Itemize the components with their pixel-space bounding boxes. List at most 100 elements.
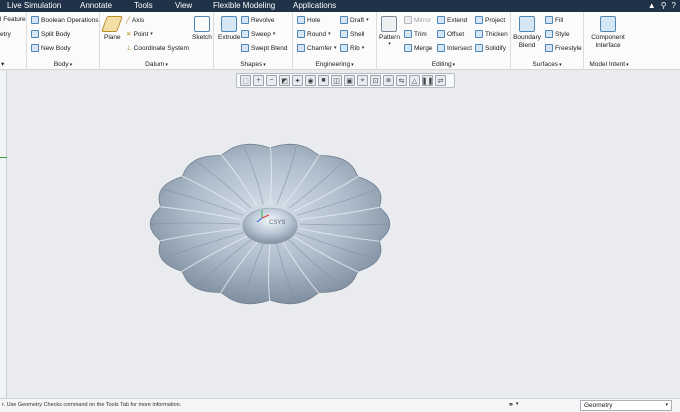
annotation-display-icon[interactable]: ⊡ <box>370 75 381 86</box>
tab-annotate[interactable]: Annotate <box>80 1 112 10</box>
thicken-icon <box>475 30 483 38</box>
extrude-button[interactable]: Extrude <box>218 16 240 41</box>
coordinate-system-button[interactable]: ⊥ Coordinate System <box>126 44 189 53</box>
extend-button[interactable]: Extend <box>437 16 467 24</box>
group-editing: Pattern ▾ Mirror Trim Merge Extend Offset… <box>377 12 511 70</box>
merge-button[interactable]: Merge <box>404 44 432 52</box>
ribbon: l Feature etry ▾ Boolean Operations Spli… <box>0 12 680 70</box>
search-icon[interactable]: ⚲ <box>661 1 667 10</box>
tab-tools[interactable]: Tools <box>134 1 153 10</box>
boundary-blend-icon <box>519 16 535 32</box>
point-icon: ✕ <box>126 31 132 38</box>
spin-center-icon[interactable]: ✦ <box>292 75 303 86</box>
group-label-shapes[interactable]: Shapes▾ <box>214 61 292 68</box>
split-body-icon <box>31 30 39 38</box>
sketch-button[interactable]: Sketch <box>192 16 212 41</box>
group-surfaces: Boundary Blend Fill Style Freestyle Surf… <box>511 12 584 70</box>
project-icon <box>475 16 483 24</box>
draft-button[interactable]: Draft ▾ <box>340 16 369 24</box>
section-icon[interactable]: ⧈ <box>383 75 394 86</box>
display-style-icon[interactable]: ■ <box>318 75 329 86</box>
flower-dish-model[interactable]: CSYS <box>7 88 680 398</box>
zoom-out-icon[interactable]: − <box>266 75 277 86</box>
trim-icon <box>404 30 412 38</box>
sweep-button[interactable]: Sweep ▾ <box>241 30 275 38</box>
group-label-model-intent[interactable]: Model Intent▾ <box>584 61 634 68</box>
trim-button[interactable]: Trim <box>404 30 427 38</box>
revolve-button[interactable]: Revolve <box>241 16 274 24</box>
thicken-button[interactable]: Thicken <box>475 30 508 38</box>
csys-label: CSYS <box>269 220 285 226</box>
extrude-icon <box>221 16 238 32</box>
round-button[interactable]: Round ▾ <box>297 30 331 38</box>
revolve-icon <box>241 16 249 24</box>
selection-filter-dropdown[interactable]: Geometry ▾ <box>580 400 672 411</box>
help-icon[interactable]: ? <box>672 1 676 10</box>
merge-icon <box>404 44 412 52</box>
new-body-icon <box>31 44 39 52</box>
tab-live-simulation[interactable]: Live Simulation <box>7 1 61 10</box>
rib-icon <box>340 44 348 52</box>
chamfer-button[interactable]: Chamfer ▾ <box>297 44 336 52</box>
component-interface-button[interactable]: Component Interface <box>588 16 628 50</box>
repaint-icon[interactable]: ◩ <box>279 75 290 86</box>
flip-icon[interactable]: ⇄ <box>435 75 446 86</box>
mirror-button[interactable]: Mirror <box>404 16 431 24</box>
solidify-button[interactable]: Solidify <box>475 44 506 52</box>
chamfer-icon <box>297 44 305 52</box>
axis-icon: ╱ <box>126 17 130 24</box>
group-label-engineering[interactable]: Engineering▾ <box>293 61 376 68</box>
style-button[interactable]: Style <box>545 30 569 38</box>
saved-views-icon[interactable]: ◫ <box>331 75 342 86</box>
tab-view[interactable]: View <box>175 1 192 10</box>
new-body-button[interactable]: New Body <box>31 44 71 52</box>
tab-flexible-modeling[interactable]: Flexible Modeling <box>213 1 275 10</box>
collapse-ribbon-icon[interactable]: ▲ <box>648 1 656 10</box>
appearance-icon[interactable]: ◉ <box>305 75 316 86</box>
group-label-editing[interactable]: Editing▾ <box>377 61 510 68</box>
rib-button[interactable]: Rib ▾ <box>340 44 364 52</box>
perspective-icon[interactable]: △ <box>409 75 420 86</box>
refit-icon[interactable]: ⬚ <box>240 75 251 86</box>
shell-button[interactable]: Shell <box>340 30 364 38</box>
fill-icon <box>545 16 553 24</box>
pause-icon[interactable]: ❚❚ <box>422 75 433 86</box>
geometry-label[interactable]: etry <box>0 31 11 38</box>
transform-icon[interactable]: ⇆ <box>396 75 407 86</box>
selection-filter-icon[interactable]: ⚭ ▾ <box>508 401 518 409</box>
draft-icon <box>340 16 348 24</box>
boolean-icon <box>31 16 39 24</box>
fill-button[interactable]: Fill <box>545 16 563 24</box>
group-label-surfaces[interactable]: Surfaces▾ <box>511 61 583 68</box>
view-manager-icon[interactable]: ▣ <box>344 75 355 86</box>
model-tree-panel[interactable] <box>0 71 7 398</box>
caret-icon: ▾ <box>1 61 5 68</box>
round-icon <box>297 30 305 38</box>
status-bar: r. Use Geometry Checks command on the To… <box>0 398 680 412</box>
extend-icon <box>437 16 445 24</box>
boundary-blend-button[interactable]: Boundary Blend <box>513 16 541 50</box>
intersect-button[interactable]: Intersect <box>437 44 472 52</box>
style-icon <box>545 30 553 38</box>
boolean-operations-button[interactable]: Boolean Operations <box>31 16 98 24</box>
datum-display-icon[interactable]: ⌖ <box>357 75 368 86</box>
point-button[interactable]: ✕ Point ▾ <box>126 30 153 39</box>
split-body-button[interactable]: Split Body <box>31 30 70 38</box>
swept-blend-icon <box>241 44 249 52</box>
hole-button[interactable]: Hole <box>297 16 320 24</box>
freestyle-icon <box>545 44 553 52</box>
offset-button[interactable]: Offset <box>437 30 464 38</box>
plane-button[interactable]: Plane <box>101 16 124 41</box>
axis-button[interactable]: ╱ Axis <box>126 16 144 25</box>
project-button[interactable]: Project <box>475 16 505 24</box>
feature-label[interactable]: l Feature <box>0 16 26 23</box>
group-label-datum[interactable]: Datum▾ <box>100 61 213 68</box>
swept-blend-button[interactable]: Swept Blend <box>241 44 288 52</box>
zoom-in-icon[interactable]: + <box>253 75 264 86</box>
pattern-button[interactable]: Pattern ▾ <box>379 16 400 47</box>
panel-indicator <box>0 157 7 158</box>
freestyle-button[interactable]: Freestyle <box>545 44 582 52</box>
group-label-body[interactable]: Body▾ <box>27 61 99 68</box>
graphics-area[interactable]: CSYS <box>7 88 680 398</box>
tab-applications[interactable]: Applications <box>293 1 336 10</box>
